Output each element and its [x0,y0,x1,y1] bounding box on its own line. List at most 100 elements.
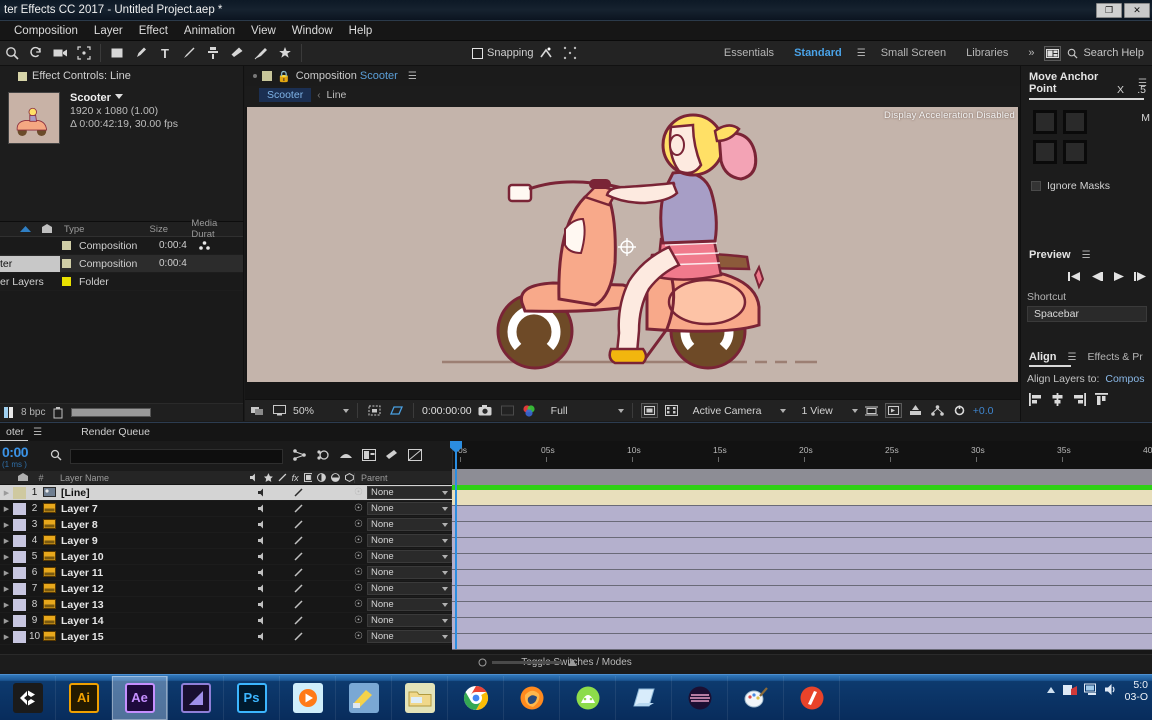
taskbar-item-file-explorer[interactable] [392,675,448,720]
pick-whip-icon[interactable]: ☉ [354,567,363,578]
workspace-essentials[interactable]: Essentials [714,47,784,59]
layer-switches[interactable] [254,600,354,609]
layer-parent-cell[interactable]: ☉ None [354,534,452,547]
table-row[interactable]: ▶ 8 Layer 13 ☉ None [0,597,452,613]
layer-parent-cell[interactable]: ☉ None [354,502,452,515]
parent-dropdown[interactable]: None [366,534,452,547]
pick-whip-icon[interactable]: ☉ [354,551,363,562]
layer-name[interactable]: Layer 15 [61,631,254,643]
delete-icon[interactable] [53,406,63,419]
pick-whip-icon[interactable]: ☉ [354,503,363,514]
column-parent-header[interactable]: Parent [354,472,452,483]
timeline-link-icon[interactable] [907,403,924,418]
layer-color-swatch[interactable] [13,614,26,627]
effect-controls-tab[interactable]: Effect Controls: Line [0,66,243,86]
pick-whip-icon[interactable]: ☉ [354,487,363,498]
effects-presets-tab[interactable]: Effects & Pr [1087,351,1142,363]
breadcrumb-comp[interactable]: Scooter [259,88,312,102]
layer-parent-cell[interactable]: ☉ None [354,550,452,563]
layer-name[interactable]: Layer 11 [61,567,254,579]
snapshot-camera-icon[interactable] [477,403,494,418]
track-bar[interactable] [452,490,1152,506]
text-icon[interactable]: T [153,41,177,65]
search-help[interactable]: Search Help [1067,47,1144,59]
main-viewer-icon[interactable] [271,403,288,418]
fast-previews-icon[interactable] [884,403,902,418]
track-bar[interactable] [452,522,1152,538]
reset-exposure-icon[interactable] [951,403,968,418]
anchor-x-value[interactable]: .5 [1137,84,1146,96]
pixel-aspect-icon[interactable] [863,403,880,418]
layer-switches[interactable] [254,632,354,641]
expand-triangle-icon[interactable]: ▶ [0,601,13,609]
zoom-chevron-down-icon[interactable] [343,408,350,413]
expand-triangle-icon[interactable]: ▶ [0,521,13,529]
table-row[interactable]: ▶ 9 Layer 14 ☉ None [0,613,452,629]
layer-switches[interactable] [254,520,354,529]
taskbar-item-editor[interactable] [336,675,392,720]
track-bar[interactable] [452,602,1152,618]
current-timecode[interactable]: 0:00:00:00 [422,405,472,417]
table-row[interactable]: ▶ 3 Layer 8 ☉ None [0,517,452,533]
timeline-tracks[interactable] [452,490,1152,650]
eraser-icon[interactable] [385,449,399,464]
collapse-icon[interactable] [408,448,422,464]
composition-canvas[interactable]: Display Acceleration Disabled [247,107,1018,382]
table-row[interactable]: ▶ 7 Layer 12 ☉ None [0,581,452,597]
anchor-point-icon[interactable] [72,41,96,65]
clock[interactable]: 5:0 03-O [1125,679,1148,703]
ignore-masks-checkbox[interactable] [1031,181,1041,191]
table-row[interactable]: ▶ 10 Layer 15 ☉ None [0,629,452,645]
view-count-chevron-down-icon[interactable] [851,408,858,413]
timeline-zoom-in-icon[interactable] [567,658,578,667]
table-row[interactable]: ▶ 4 Layer 9 ☉ None [0,533,452,549]
workspace-standard[interactable]: Standard [784,47,852,59]
parent-dropdown[interactable]: None [366,582,452,595]
shy-icon[interactable] [293,448,307,464]
snap-arrow-icon[interactable] [534,41,558,65]
shape-icon[interactable] [105,41,129,65]
menu-item-layer[interactable]: Layer [86,21,131,41]
layer-color-swatch[interactable] [13,518,26,531]
composition-tab-label[interactable]: Composition Scooter [296,70,398,82]
align-title[interactable]: Align [1029,351,1057,363]
puppet-pin-icon[interactable] [273,41,297,65]
parent-dropdown[interactable]: None [366,614,452,627]
track-bar[interactable] [452,538,1152,554]
layer-switches[interactable] [254,552,354,561]
project-col-size[interactable]: Size [144,224,186,235]
layer-name[interactable]: Layer 12 [61,583,254,595]
taskbar-item-unity[interactable] [0,675,56,720]
first-frame-icon[interactable] [1068,271,1081,285]
timeline-zoom-out-icon[interactable] [478,658,487,667]
expand-triangle-icon[interactable]: ▶ [0,537,13,545]
layer-name[interactable]: Layer 9 [61,535,254,547]
parent-dropdown[interactable]: None [366,486,452,499]
view-count-value[interactable]: 1 View [801,405,832,417]
prev-frame-icon[interactable] [1090,271,1103,285]
taskbar-item-illustrator[interactable]: Ai [56,675,112,720]
expand-triangle-icon[interactable]: ▶ [0,585,13,593]
project-row[interactable]: ter Composition 0:00:4 [0,255,243,273]
workspace-small-screen[interactable]: Small Screen [871,47,956,59]
menu-item-effect[interactable]: Effect [131,21,176,41]
layer-parent-cell[interactable]: ☉ None [354,566,452,579]
layer-switches[interactable] [254,488,354,497]
layer-switches[interactable] [254,568,354,577]
track-bar[interactable] [452,554,1152,570]
layer-color-swatch[interactable] [13,486,26,499]
taskbar-item-photoshop[interactable]: Ps [224,675,280,720]
taskbar-item-paint[interactable] [728,675,784,720]
layer-color-swatch[interactable] [13,582,26,595]
color-depth-icon[interactable] [4,407,13,418]
anchor-cell-br[interactable] [1063,140,1087,164]
table-row[interactable]: ▶ 5 Layer 10 ☉ None [0,549,452,565]
project-col-media-duration[interactable]: Media Durat [185,218,243,240]
layer-parent-cell[interactable]: ☉ None [354,518,452,531]
layer-parent-cell[interactable]: ☉ None [354,614,452,627]
menu-item-help[interactable]: Help [341,21,381,41]
layer-name[interactable]: Layer 13 [61,599,254,611]
resolution-chevron-down-icon[interactable] [617,408,624,413]
network-icon[interactable] [1083,683,1098,699]
timeline-layer-list[interactable]: ▶ 1 [Line] ☉ None ▶ 2 Layer 7 ☉ None ▶ 3… [0,485,452,649]
